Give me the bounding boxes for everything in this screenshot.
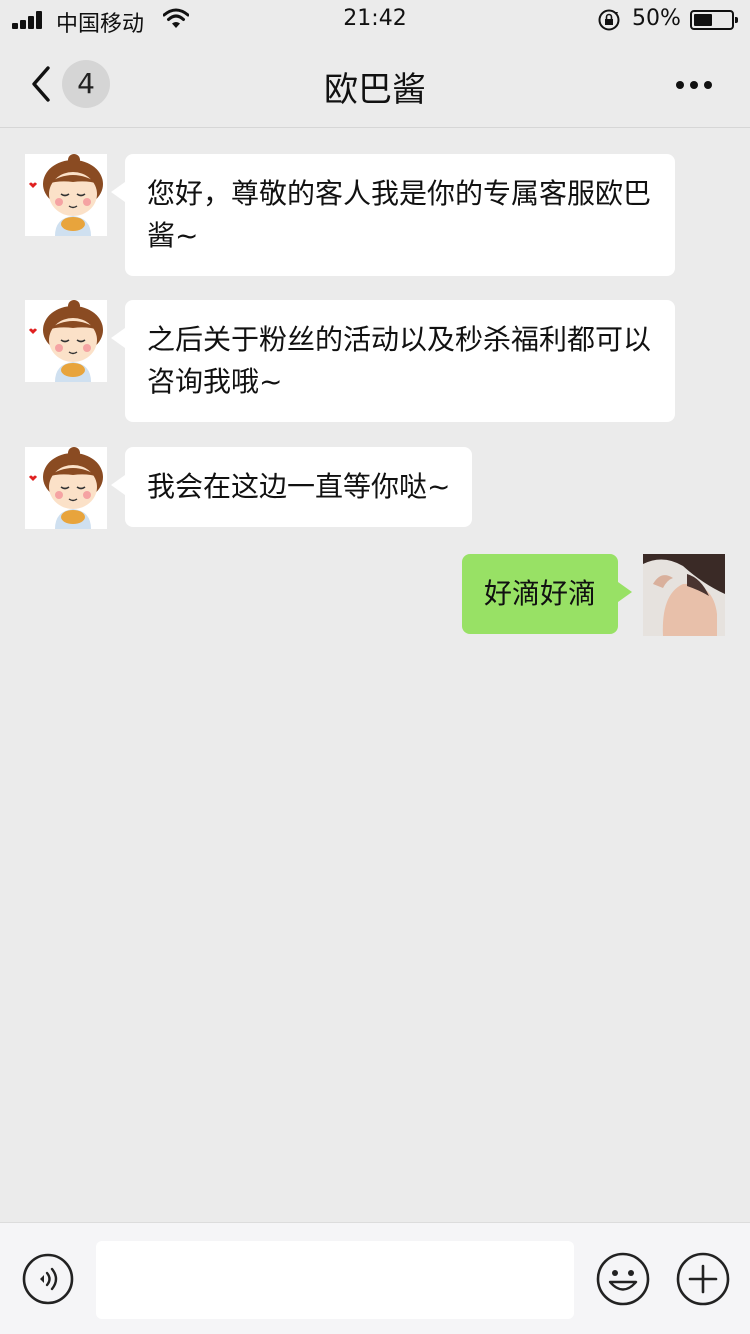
nav-bar: 4 欧巴酱: [0, 40, 750, 128]
rotation-lock-icon: [598, 9, 620, 31]
chat-title: 欧巴酱: [324, 70, 426, 110]
message-bubble[interactable]: 我会在这边一直等你哒~: [110, 447, 473, 527]
message-bubble[interactable]: 您好，尊敬的客人我是你的专属客服欧巴酱~: [111, 154, 675, 276]
input-bar: [0, 1222, 750, 1334]
message-row: 您好，尊敬的客人我是你的专属客服欧巴酱~: [0, 154, 750, 276]
status-bar: 中国移动 21:42 50%: [0, 0, 750, 40]
contact-avatar[interactable]: [25, 447, 107, 529]
sent-message-bubble[interactable]: 好滴好滴: [461, 554, 633, 634]
user-avatar[interactable]: [643, 554, 725, 636]
battery-percent: 50%: [632, 6, 681, 31]
message-row: 我会在这边一直等你哒~: [0, 447, 750, 529]
voice-icon[interactable]: [22, 1253, 74, 1305]
contact-avatar[interactable]: [25, 154, 107, 236]
emoji-icon[interactable]: [595, 1251, 651, 1307]
message-bubble[interactable]: 之后关于粉丝的活动以及秒杀福利都可以咨询我哦~: [111, 300, 675, 422]
message-input[interactable]: [96, 1241, 574, 1319]
battery-icon: [690, 10, 738, 30]
plus-icon[interactable]: [675, 1251, 731, 1307]
contact-avatar[interactable]: [25, 300, 107, 382]
message-row: 之后关于粉丝的活动以及秒杀福利都可以咨询我哦~: [0, 300, 750, 422]
more-dots-icon[interactable]: [672, 77, 716, 91]
